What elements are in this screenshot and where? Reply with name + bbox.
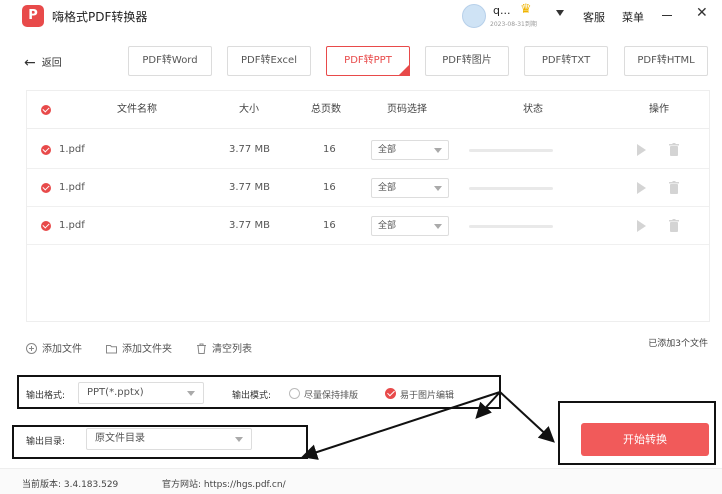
trash-icon: [197, 343, 206, 354]
play-icon[interactable]: [637, 220, 646, 232]
website-text: 官方网站: https://hgs.pdf.cn/: [162, 480, 286, 490]
trash-icon[interactable]: [669, 181, 679, 194]
table-row: 1.pdf 3.77 MB 16 全部: [27, 131, 709, 169]
status-bar: 当前版本: 3.4.183.529 官方网站: https://hgs.pdf.…: [0, 468, 722, 494]
tab-pdf-to-word[interactable]: PDF转Word: [128, 46, 212, 76]
row-checkbox[interactable]: [41, 183, 51, 193]
row-checkbox[interactable]: [41, 221, 51, 231]
user-avatar[interactable]: [462, 4, 486, 28]
menu-button[interactable]: 菜单: [622, 9, 644, 25]
add-folder-button[interactable]: 添加文件夹: [106, 340, 172, 355]
title-bar: P 嗨格式PDF转换器 q... ♛ 2023-08-31到期 客服 菜单 ✕: [0, 0, 722, 32]
annotation-box-start: [558, 401, 716, 465]
clear-list-button[interactable]: 清空列表: [196, 340, 252, 355]
user-name[interactable]: q...: [493, 4, 510, 17]
play-icon[interactable]: [637, 182, 646, 194]
header-pages: 总页数: [311, 104, 341, 115]
add-folder-label: 添加文件夹: [122, 344, 172, 355]
trash-icon[interactable]: [669, 143, 679, 156]
membership-expiry: 2023-08-31到期: [490, 21, 537, 28]
tab-pdf-to-ppt[interactable]: PDF转PPT: [326, 46, 410, 76]
file-size: 3.77 MB: [229, 220, 270, 231]
tab-pdf-to-html[interactable]: PDF转HTML: [624, 46, 708, 76]
annotation-box-format-mode: [17, 375, 501, 409]
tab-pdf-to-txt[interactable]: PDF转TXT: [524, 46, 608, 76]
file-name: 1.pdf: [59, 220, 85, 231]
header-size: 大小: [239, 104, 259, 115]
page-range-value: 全部: [378, 221, 397, 231]
page-count: 16: [323, 220, 336, 231]
page-range-select[interactable]: 全部: [371, 140, 449, 160]
page-range-value: 全部: [378, 145, 397, 155]
back-label: 返回: [41, 58, 62, 69]
header-file-name: 文件名称: [117, 104, 157, 115]
row-checkbox[interactable]: [41, 145, 51, 155]
app-title: 嗨格式PDF转换器: [52, 10, 148, 24]
add-file-label: 添加文件: [42, 344, 82, 355]
header-actions: 操作: [649, 104, 669, 115]
file-size: 3.77 MB: [229, 144, 270, 155]
play-icon[interactable]: [637, 144, 646, 156]
file-size: 3.77 MB: [229, 182, 270, 193]
minimize-icon[interactable]: [662, 15, 672, 16]
clear-list-label: 清空列表: [212, 344, 252, 355]
header-status: 状态: [523, 104, 543, 115]
annotation-box-output-dir: [12, 425, 308, 459]
page-count: 16: [323, 144, 336, 155]
page-range-select[interactable]: 全部: [371, 178, 449, 198]
file-name: 1.pdf: [59, 182, 85, 193]
back-button[interactable]: ← 返回: [24, 54, 62, 71]
progress-bar: [469, 149, 553, 152]
progress-bar: [469, 187, 553, 190]
tab-pdf-to-image[interactable]: PDF转图片: [425, 46, 509, 76]
customer-service-button[interactable]: 客服: [583, 9, 605, 25]
tab-pdf-to-excel[interactable]: PDF转Excel: [227, 46, 311, 76]
trash-icon[interactable]: [669, 219, 679, 232]
user-dropdown-icon[interactable]: [556, 10, 564, 16]
chevron-down-icon: [434, 186, 442, 191]
page-count: 16: [323, 182, 336, 193]
vip-crown-icon: ♛: [520, 2, 532, 17]
file-table: 文件名称 大小 总页数 页码选择 状态 操作 1.pdf 3.77 MB 16 …: [26, 90, 710, 322]
added-file-count: 已添加3个文件: [648, 339, 708, 349]
add-file-button[interactable]: 添加文件: [26, 340, 82, 355]
back-arrow-icon: ←: [24, 55, 36, 71]
chevron-down-icon: [434, 148, 442, 153]
table-header: 文件名称 大小 总页数 页码选择 状态 操作: [27, 91, 709, 129]
progress-bar: [469, 225, 553, 228]
version-text: 当前版本: 3.4.183.529: [22, 480, 119, 490]
page-range-select[interactable]: 全部: [371, 216, 449, 236]
add-circle-icon: [26, 343, 37, 354]
chevron-down-icon: [434, 224, 442, 229]
page-range-value: 全部: [378, 183, 397, 193]
app-logo-icon: P: [22, 5, 44, 27]
file-name: 1.pdf: [59, 144, 85, 155]
close-icon[interactable]: ✕: [696, 5, 708, 21]
header-page-select: 页码选择: [387, 104, 427, 115]
select-all-checkbox[interactable]: [41, 105, 51, 115]
table-row: 1.pdf 3.77 MB 16 全部: [27, 169, 709, 207]
folder-icon: [106, 345, 117, 354]
table-row: 1.pdf 3.77 MB 16 全部: [27, 207, 709, 245]
